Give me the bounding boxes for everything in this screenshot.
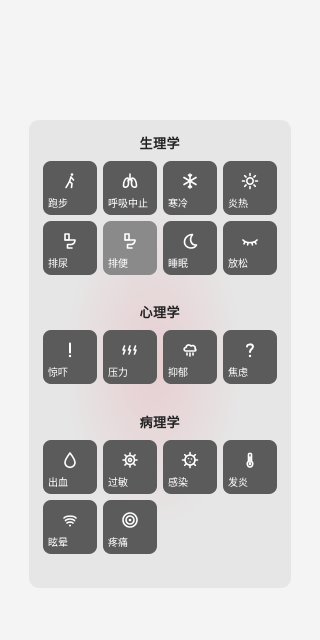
tile-label: 感染 bbox=[168, 478, 188, 489]
tile-label: 疼痛 bbox=[108, 538, 128, 549]
tile-label: 抑郁 bbox=[168, 368, 188, 379]
section-title-pathology: 病理学 bbox=[139, 416, 181, 431]
lungs-icon bbox=[103, 171, 157, 191]
tile-label: 出血 bbox=[48, 478, 68, 489]
blood-drop-icon bbox=[43, 450, 97, 470]
snowflake-icon bbox=[163, 171, 217, 191]
lightning-icon bbox=[103, 340, 157, 360]
tile-relax[interactable]: 放松 bbox=[223, 221, 277, 275]
tile-dizziness[interactable]: 眩晕 bbox=[43, 500, 97, 554]
tile-label: 排尿 bbox=[48, 259, 68, 270]
tile-anxiety[interactable]: 焦虑 bbox=[223, 330, 277, 384]
tile-running[interactable]: 跑步 bbox=[43, 161, 97, 215]
rain-cloud-icon bbox=[163, 340, 217, 360]
tile-stress[interactable]: 压力 bbox=[103, 330, 157, 384]
pain-target-icon bbox=[103, 510, 157, 530]
tile-inflammation[interactable]: 发炎 bbox=[223, 440, 277, 494]
tile-bleeding[interactable]: 出血 bbox=[43, 440, 97, 494]
symptom-panel: 生理学 跑步 呼吸中止 寒冷 炎热 排尿 排便 睡眠 放松 心理学 惊吓 压力 … bbox=[29, 120, 291, 588]
tile-allergy[interactable]: 过敏 bbox=[103, 440, 157, 494]
thermometer-icon bbox=[223, 450, 277, 470]
tile-label: 焦虑 bbox=[228, 368, 248, 379]
tile-infection[interactable]: 感染 bbox=[163, 440, 217, 494]
tile-label: 眩晕 bbox=[48, 538, 68, 549]
pollen-icon bbox=[103, 450, 157, 470]
running-icon bbox=[43, 171, 97, 191]
tile-label: 跑步 bbox=[48, 199, 68, 210]
toilet-icon bbox=[43, 231, 97, 251]
psychology-grid: 惊吓 压力 抑郁 焦虑 bbox=[43, 330, 277, 384]
tile-urinate[interactable]: 排尿 bbox=[43, 221, 97, 275]
tile-label: 寒冷 bbox=[168, 199, 188, 210]
tile-label: 过敏 bbox=[108, 478, 128, 489]
tile-label: 惊吓 bbox=[48, 368, 68, 379]
tile-label: 发炎 bbox=[228, 478, 248, 489]
closed-eye-icon bbox=[223, 231, 277, 251]
tile-startle[interactable]: 惊吓 bbox=[43, 330, 97, 384]
tile-defecate[interactable]: 排便 bbox=[103, 221, 157, 275]
tile-sleep[interactable]: 睡眠 bbox=[163, 221, 217, 275]
physiology-grid: 跑步 呼吸中止 寒冷 炎热 排尿 排便 睡眠 放松 bbox=[43, 161, 277, 275]
tile-depression[interactable]: 抑郁 bbox=[163, 330, 217, 384]
tile-label: 放松 bbox=[228, 259, 248, 270]
toilet-icon bbox=[103, 231, 157, 251]
tile-hot[interactable]: 炎热 bbox=[223, 161, 277, 215]
virus-icon bbox=[163, 450, 217, 470]
section-title-psychology: 心理学 bbox=[139, 306, 181, 321]
exclamation-icon bbox=[43, 340, 97, 360]
tile-label: 压力 bbox=[108, 368, 128, 379]
tile-apnea[interactable]: 呼吸中止 bbox=[103, 161, 157, 215]
sun-icon bbox=[223, 171, 277, 191]
moon-icon bbox=[163, 231, 217, 251]
section-title-physiology: 生理学 bbox=[139, 137, 181, 152]
tile-pain[interactable]: 疼痛 bbox=[103, 500, 157, 554]
tile-label: 排便 bbox=[108, 259, 128, 270]
tile-label: 呼吸中止 bbox=[108, 199, 148, 210]
pathology-grid: 出血 过敏 感染 发炎 眩晕 疼痛 bbox=[43, 440, 277, 554]
tile-label: 睡眠 bbox=[168, 259, 188, 270]
tile-label: 炎热 bbox=[228, 199, 248, 210]
question-icon bbox=[223, 340, 277, 360]
tile-cold[interactable]: 寒冷 bbox=[163, 161, 217, 215]
dizzy-icon bbox=[43, 510, 97, 530]
